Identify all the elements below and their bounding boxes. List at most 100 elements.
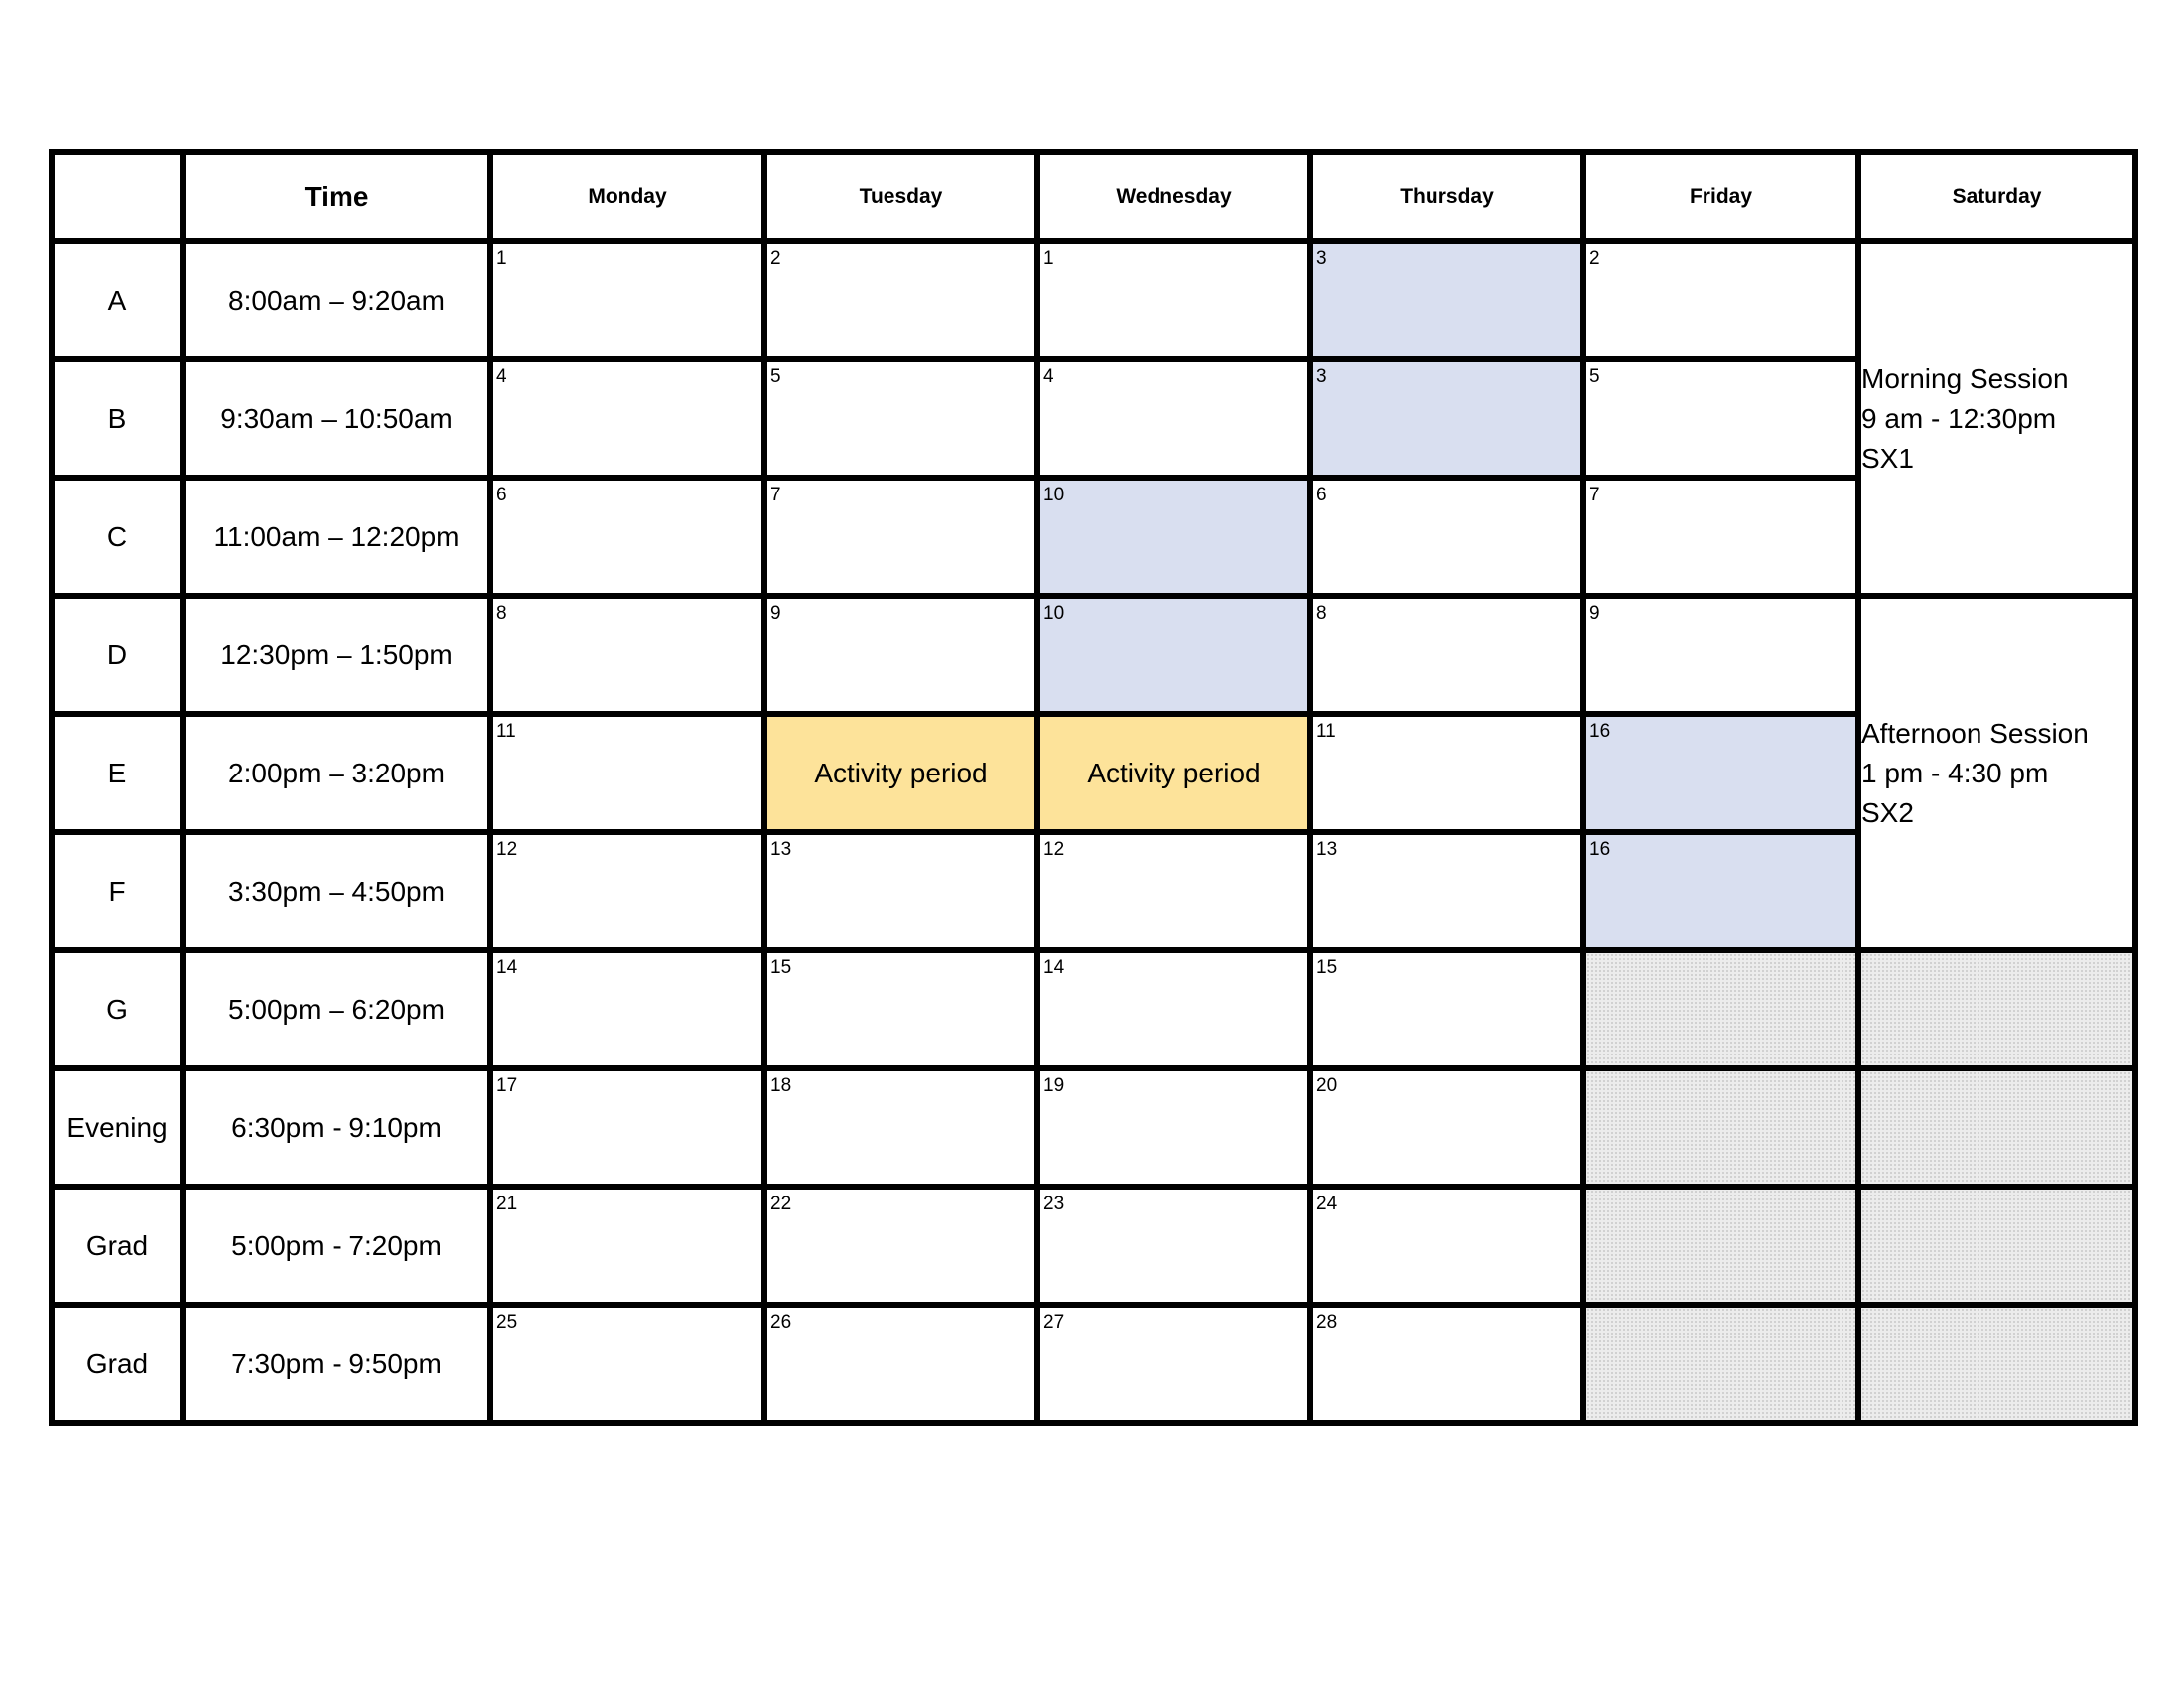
slot-cell: 2 bbox=[1580, 238, 1861, 362]
slot-cell: 8 bbox=[487, 593, 767, 717]
block-label: A bbox=[49, 238, 186, 362]
slot-number: 3 bbox=[1316, 248, 1327, 269]
block-label: F bbox=[49, 829, 186, 953]
header-time: Time bbox=[180, 149, 493, 244]
slot-number: 2 bbox=[770, 248, 781, 269]
schedule-table: Time Monday Tuesday Wednesday Thursday F… bbox=[49, 149, 2138, 1426]
slot-number: 9 bbox=[770, 603, 781, 624]
slot-cell: 13 bbox=[1307, 829, 1586, 953]
session-title: Morning Session bbox=[1861, 362, 2069, 394]
slot-cell: 9 bbox=[761, 593, 1040, 717]
slot-number: 6 bbox=[1316, 485, 1327, 505]
saturday-afternoon-session: Afternoon Session 1 pm - 4:30 pm SX2 bbox=[1855, 593, 2138, 953]
slot-cell: 3 bbox=[1307, 238, 1586, 362]
block-label: C bbox=[49, 475, 186, 599]
schedule-row: B 9:30am – 10:50am 4 5 4 3 5 bbox=[49, 356, 2135, 481]
block-label: Grad bbox=[49, 1302, 186, 1426]
slot-number: 12 bbox=[1043, 839, 1065, 860]
schedule-row: A 8:00am – 9:20am 1 2 1 3 2 Morning Session 9 am… bbox=[49, 238, 2138, 599]
slot-number: 20 bbox=[1316, 1075, 1338, 1096]
slot-cell: 12 bbox=[1034, 829, 1313, 953]
schedule-row: C 11:00am – 12:20pm 6 7 10 6 7 bbox=[49, 475, 2135, 599]
slot-number: 8 bbox=[1316, 603, 1327, 624]
header-row: Time Monday Tuesday Wednesday Thursday F… bbox=[49, 149, 2138, 244]
unavailable-cell bbox=[1580, 947, 1861, 1071]
block-label: Evening bbox=[49, 1065, 186, 1190]
block-label: E bbox=[49, 711, 186, 835]
block-time: 5:00pm - 7:20pm bbox=[180, 1184, 493, 1308]
slot-cell: 6 bbox=[1307, 475, 1586, 599]
slot-number: 15 bbox=[770, 957, 792, 978]
slot-number: 26 bbox=[770, 1312, 792, 1333]
slot-number: 18 bbox=[770, 1075, 792, 1096]
slot-cell: 22 bbox=[761, 1184, 1040, 1308]
slot-number: 28 bbox=[1316, 1312, 1338, 1333]
slot-number: 11 bbox=[496, 721, 516, 742]
slot-cell: 20 bbox=[1307, 1065, 1586, 1190]
slot-number: 14 bbox=[1043, 957, 1065, 978]
slot-cell: 24 bbox=[1307, 1184, 1586, 1308]
slot-number: 22 bbox=[770, 1194, 792, 1214]
slot-cell: 5 bbox=[761, 356, 1040, 481]
header-thursday: Thursday bbox=[1307, 149, 1586, 244]
block-time: 2:00pm – 3:20pm bbox=[180, 711, 493, 835]
slot-cell: 25 bbox=[487, 1302, 767, 1426]
unavailable-cell bbox=[1580, 1184, 1861, 1308]
slot-cell: 28 bbox=[1307, 1302, 1586, 1426]
slot-number: 7 bbox=[1589, 485, 1600, 505]
slot-number: 1 bbox=[1043, 248, 1054, 269]
slot-number: 12 bbox=[496, 839, 518, 860]
unavailable-cell bbox=[1855, 1184, 2138, 1308]
block-label: D bbox=[49, 593, 186, 717]
slot-number: 6 bbox=[496, 485, 507, 505]
slot-number: 13 bbox=[770, 839, 792, 860]
slot-number: 14 bbox=[496, 957, 518, 978]
slot-cell: 4 bbox=[487, 356, 767, 481]
unavailable-cell bbox=[1855, 1065, 2138, 1190]
slot-cell: 4 bbox=[1034, 356, 1313, 481]
slot-number: 24 bbox=[1316, 1194, 1338, 1214]
slot-cell: 21 bbox=[487, 1184, 767, 1308]
block-time: 8:00am – 9:20am bbox=[180, 238, 493, 362]
header-wednesday: Wednesday bbox=[1034, 149, 1313, 244]
slot-cell: 6 bbox=[487, 475, 767, 599]
slot-number: 10 bbox=[1043, 485, 1065, 505]
slot-number: 13 bbox=[1316, 839, 1338, 860]
slot-number: 1 bbox=[496, 248, 507, 269]
slot-number: 9 bbox=[1589, 603, 1600, 624]
slot-cell: 13 bbox=[761, 829, 1040, 953]
slot-number: 17 bbox=[496, 1075, 518, 1096]
slot-cell: 11 bbox=[487, 711, 767, 835]
slot-cell: 23 bbox=[1034, 1184, 1313, 1308]
session-time: 1 pm - 4:30 pm bbox=[1861, 757, 2049, 788]
slot-number: 11 bbox=[1316, 721, 1336, 742]
slot-number: 21 bbox=[496, 1194, 518, 1214]
saturday-morning-session: Morning Session 9 am - 12:30pm SX1 bbox=[1855, 238, 2138, 599]
session-time: 9 am - 12:30pm bbox=[1861, 402, 2057, 434]
header-friday: Friday bbox=[1580, 149, 1861, 244]
block-time: 3:30pm – 4:50pm bbox=[180, 829, 493, 953]
schedule-row: Grad 7:30pm - 9:50pm 25 26 27 28 bbox=[49, 1302, 2138, 1426]
slot-cell: 12 bbox=[487, 829, 767, 953]
slot-cell: 11 bbox=[1307, 711, 1586, 835]
slot-number: 5 bbox=[1589, 366, 1600, 387]
slot-cell: 27 bbox=[1034, 1302, 1313, 1426]
slot-cell: 5 bbox=[1580, 356, 1861, 481]
slot-cell: 10 bbox=[1034, 593, 1313, 717]
slot-number: 19 bbox=[1043, 1075, 1065, 1096]
header-saturday: Saturday bbox=[1855, 149, 2138, 244]
slot-cell: 2 bbox=[761, 238, 1040, 362]
block-time: 12:30pm – 1:50pm bbox=[180, 593, 493, 717]
header-monday: Monday bbox=[487, 149, 767, 244]
slot-cell: 7 bbox=[761, 475, 1040, 599]
slot-number: 25 bbox=[496, 1312, 518, 1333]
slot-cell: 14 bbox=[1034, 947, 1313, 1071]
header-blank bbox=[49, 149, 186, 244]
schedule-row: E 2:00pm – 3:20pm 11 Activity period Activit… bbox=[49, 711, 2135, 835]
block-time: 6:30pm - 9:10pm bbox=[180, 1065, 493, 1190]
slot-cell: 14 bbox=[487, 947, 767, 1071]
block-label: Grad bbox=[49, 1184, 186, 1308]
schedule-row: Evening 6:30pm - 9:10pm 17 18 19 20 bbox=[49, 1065, 2138, 1190]
slot-cell: 9 bbox=[1580, 593, 1861, 717]
slot-cell: 15 bbox=[1307, 947, 1586, 1071]
